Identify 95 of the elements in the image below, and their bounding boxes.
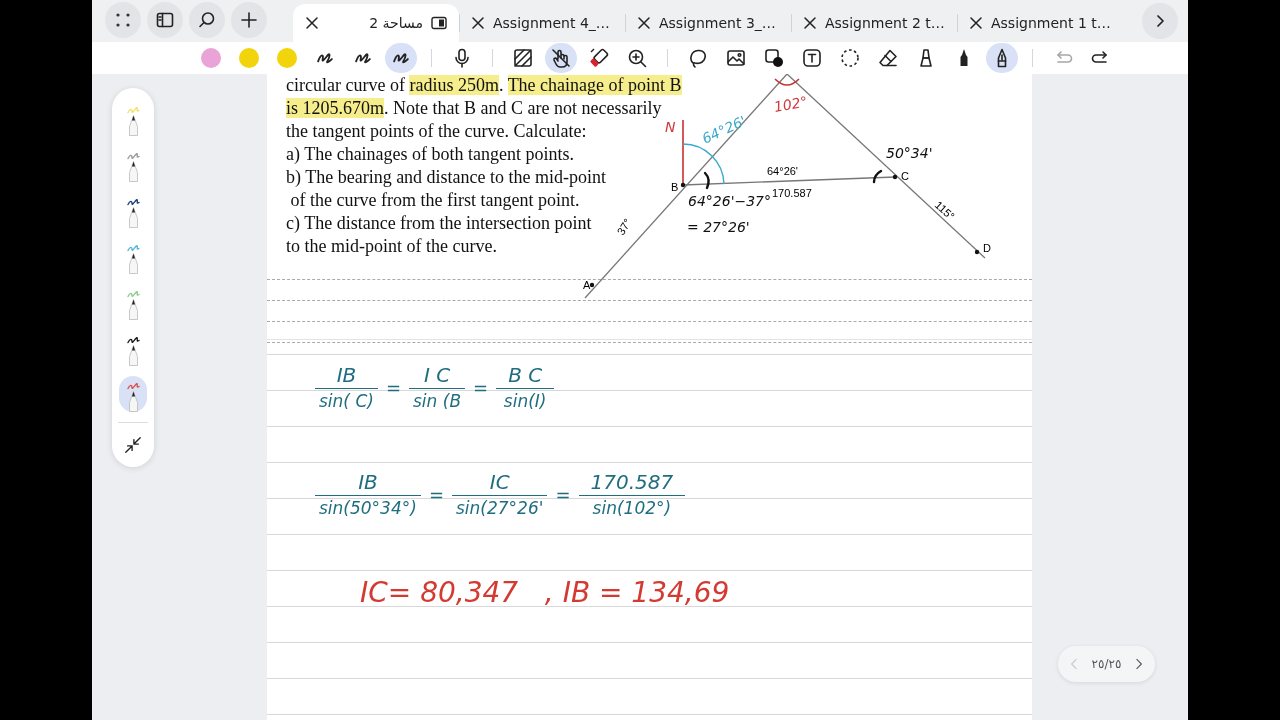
equals-sign: = — [428, 484, 444, 505]
diagram-label: C — [901, 170, 909, 182]
scribble-icon — [317, 51, 333, 65]
tab-label: Assignment 4_… — [493, 15, 610, 31]
scribble-icon — [355, 51, 371, 65]
problem-text: c) The distance from the intersection point — [286, 212, 592, 235]
sidebar-button[interactable] — [147, 1, 183, 38]
point-marker — [892, 174, 898, 180]
scribble-icon — [393, 51, 409, 65]
diagram-label: 170.587 — [772, 187, 812, 199]
numerator-text: IC — [488, 469, 511, 495]
tab-label: Assignment 2 t… — [825, 15, 945, 31]
marker-icon — [588, 47, 610, 69]
pen-button[interactable] — [986, 43, 1018, 73]
denominator-text: sin(50°34°) — [315, 495, 421, 520]
problem-text: b) The bearing and distance to the mid-point — [286, 166, 607, 189]
handwritten-result: IC= 80,347 , IB = 134,69 — [360, 576, 731, 610]
numerator-text: I C — [422, 362, 452, 388]
image-icon — [725, 47, 747, 69]
collapse-icon — [124, 436, 142, 454]
numerator-text: IB — [335, 362, 358, 388]
document-tab[interactable]: Assignment 2 t… — [791, 4, 957, 42]
handwritten-note: = 27°26' — [687, 219, 750, 235]
pen-icon — [128, 253, 138, 274]
next-page-button[interactable] — [1135, 658, 1143, 670]
plus-button[interactable] — [231, 1, 267, 38]
tab-label: Assignment 3_… — [659, 15, 776, 31]
close-icon[interactable] — [471, 16, 485, 30]
hand-slash-icon — [550, 47, 572, 69]
stroke-style-button[interactable] — [385, 43, 417, 73]
numerator-text: B C — [507, 362, 544, 388]
chevron-left-icon — [1070, 658, 1078, 670]
diagram-label: D — [983, 242, 991, 254]
diagram-label: 64°26' — [767, 165, 798, 177]
denominator-text: sin(I) — [496, 388, 555, 413]
denominator-text: sin(102°) — [578, 495, 686, 520]
document-tab[interactable]: مساحة 2 — [293, 4, 459, 42]
diagram-label: 115° — [932, 198, 957, 223]
equals-sign: = — [555, 484, 571, 505]
diagram-label: 37° — [614, 216, 634, 238]
point-marker — [680, 182, 686, 188]
next-tab-button[interactable] — [1142, 3, 1178, 39]
touch-toggle-button[interactable] — [545, 43, 577, 73]
equals-sign: = — [473, 377, 489, 398]
numerator-text: 170.587 — [589, 469, 675, 495]
plus-icon — [239, 9, 259, 30]
problem-text: the tangent points of the curve. Calculate: — [286, 120, 587, 143]
search-icon — [197, 9, 217, 30]
dashed-circle-icon — [839, 47, 861, 69]
document-tab[interactable]: Assignment 1 t… — [957, 4, 1123, 42]
point-marker — [589, 282, 595, 288]
problem-text: of the curve from the first tangent point. — [289, 189, 580, 212]
angle-arc — [774, 78, 800, 86]
handwritten-note: 102° — [772, 93, 809, 115]
diagram-label: A — [583, 279, 591, 291]
eraser-icon — [877, 47, 899, 69]
problem-text: circular curve of radius 250m. The chainage of point B — [286, 74, 682, 97]
shape-icon — [763, 47, 785, 69]
zoom-in-icon — [626, 47, 648, 69]
problem-text: is 1205.670m. Note that B and C are not necessarily — [286, 97, 662, 120]
denominator-text: sin (B — [409, 388, 466, 413]
page-number: ٢٥/٢٥ — [1091, 657, 1122, 671]
problem-text: a) The chainages of both tangent points. — [286, 143, 575, 166]
close-icon[interactable] — [969, 16, 983, 30]
chevron-right-icon — [1135, 658, 1143, 670]
text-box-icon — [801, 47, 823, 69]
denominator-text: sin(27°26' — [452, 495, 548, 520]
denominator-text: sin( C) — [315, 388, 378, 413]
pen-icon — [128, 207, 138, 228]
angle-arc — [872, 169, 883, 184]
close-icon[interactable] — [305, 16, 319, 30]
pen-icon — [128, 161, 138, 182]
pen-icon — [128, 391, 138, 412]
north-line — [682, 119, 684, 186]
pen-icon — [128, 115, 138, 136]
hatch-icon — [512, 47, 534, 69]
search-button[interactable] — [189, 1, 225, 38]
close-icon[interactable] — [803, 16, 817, 30]
document-tab[interactable]: Assignment 4_… — [459, 4, 625, 42]
equals-sign: = — [385, 377, 401, 398]
handwritten-note: 50°34' — [886, 145, 933, 161]
tab-label: Assignment 1 t… — [991, 15, 1111, 31]
close-icon[interactable] — [637, 16, 651, 30]
point-marker — [974, 249, 980, 255]
panel-icon[interactable] — [431, 16, 447, 30]
problem-text: to the mid-point of the curve. — [286, 235, 497, 258]
numerator-text: IB — [357, 469, 379, 495]
diagram-label: B — [671, 181, 679, 193]
handwritten-note: N — [665, 119, 676, 135]
lasso-icon — [687, 47, 709, 69]
pen-icon — [128, 345, 138, 366]
document-tab[interactable]: Assignment 3_… — [625, 4, 791, 42]
tab-label: مساحة 2 — [369, 15, 423, 31]
pen-icon — [128, 299, 138, 320]
handwritten-note: 64°26'−37° — [688, 193, 772, 209]
